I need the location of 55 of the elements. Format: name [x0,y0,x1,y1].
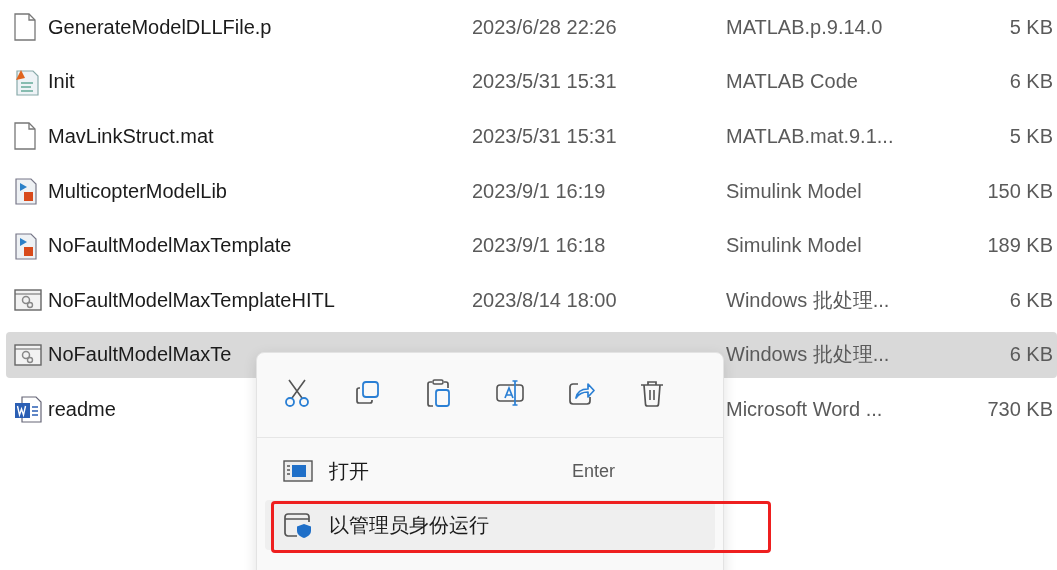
file-type: MATLAB Code [726,70,858,94]
file-row[interactable]: Init 2023/5/31 15:31 MATLAB Code 6 KB [6,54,1057,110]
menu-item[interactable]: 以管理员身份运行 [265,500,715,550]
file-size: 5 KB [1009,125,1053,148]
file-name: readme [48,397,116,421]
file-name: MulticopterModelLib [48,179,227,203]
file-row[interactable]: NoFaultModelMaxTemplate 2023/9/1 16:18 Simulink Model 189 KB [6,218,1057,273]
file-type: Windows 批处理... [726,342,890,368]
file-name: NoFaultModelMaxTemplate [48,234,292,258]
blank-file-icon [14,122,36,151]
file-date: 2023/9/1 16:19 [472,179,606,203]
file-name: GenerateModelDLLFile.p [48,15,272,39]
file-size: 6 KB [1009,343,1053,367]
model-file-icon [14,231,38,260]
copy-icon[interactable] [354,379,382,407]
file-date: 2023/5/31 15:31 [472,125,617,148]
window-icon [283,460,313,482]
file-row[interactable]: readme Microsoft Word ... 730 KB [6,382,1057,437]
model-file-icon [14,177,38,206]
file-type: Simulink Model [726,234,862,258]
paste-icon[interactable] [426,378,452,408]
file-size: 189 KB [987,234,1053,258]
file-size: 730 KB [987,397,1053,421]
shield-window-icon [283,511,313,539]
file-name: Init [48,70,75,94]
file-date: 2023/8/14 18:00 [472,288,617,312]
gear-file-icon [14,342,42,367]
file-type: Microsoft Word ... [726,397,883,421]
file-type: Simulink Model [726,179,862,203]
file-row[interactable]: GenerateModelDLLFile.p 2023/6/28 22:26 MATLAB.p.9.14.0 5 KB [6,0,1057,55]
rename-icon[interactable] [495,378,525,408]
file-date: 2023/9/1 16:18 [472,234,606,258]
file-name: MavLinkStruct.mat [48,125,214,148]
file-type: Windows 批处理... [726,287,890,313]
file-row[interactable]: MulticopterModelLib 2023/9/1 16:19 Simulink Model 150 KB [6,163,1057,219]
file-type: MATLAB.p.9.14.0 [726,15,883,39]
file-type: MATLAB.mat.9.1... [726,125,894,148]
file-size: 6 KB [1009,288,1053,312]
cut-icon[interactable] [283,378,311,408]
file-size: 6 KB [1009,70,1053,94]
file-row[interactable]: NoFaultModelMaxTemplateHITL 2023/8/14 18:00 Windows 批处理... 6 KB [6,272,1057,328]
file-date: 2023/5/31 15:31 [472,70,617,94]
file-name: NoFaultModelMaxTe [48,343,232,367]
shortcut-label: Enter [571,460,615,482]
menu-item[interactable]: 打开 Enter [265,446,715,496]
blank-file-icon [14,13,36,42]
file-name: NoFaultModelMaxTemplateHITL [48,288,335,312]
file-size: 5 KB [1009,15,1053,39]
word-document-icon [14,395,42,424]
gear-file-icon [14,288,42,313]
file-size: 150 KB [987,179,1053,203]
file-date: 2023/6/28 22:26 [472,15,617,39]
matlab-file-icon [14,67,40,96]
trash-icon[interactable] [639,378,665,408]
file-row[interactable]: MavLinkStruct.mat 2023/5/31 15:31 MATLAB.mat.9.1... 5 KB [6,109,1057,164]
